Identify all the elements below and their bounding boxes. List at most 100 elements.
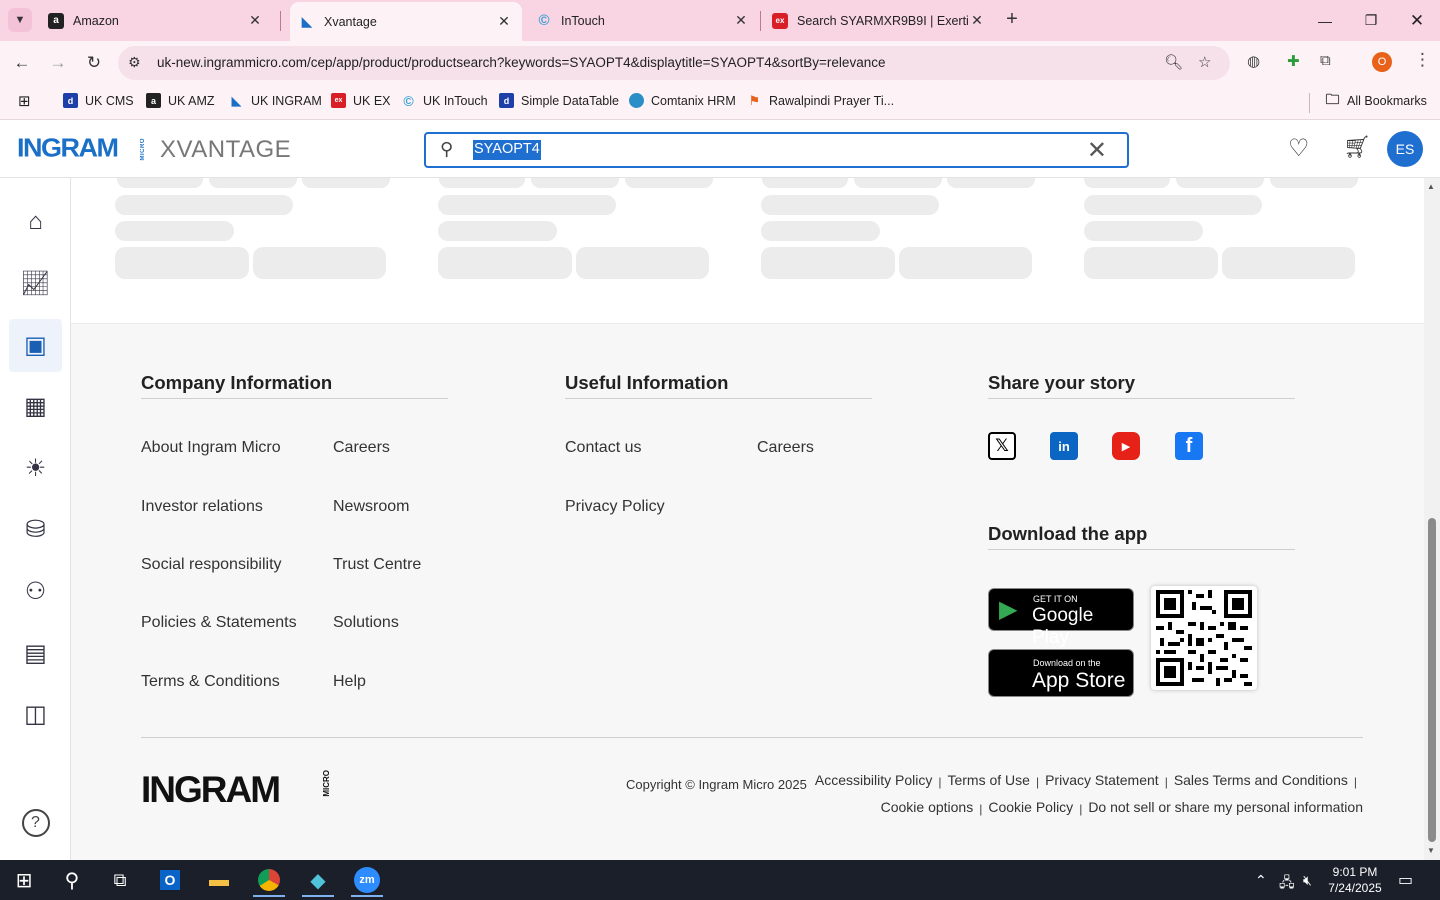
footer-link[interactable]: Terms & Conditions	[141, 673, 280, 691]
bookmark-uk-ex[interactable]: ex UK EX	[331, 93, 391, 108]
search-input[interactable]: SYAOPT4	[473, 140, 541, 160]
youtube-icon[interactable]: ▶	[1112, 432, 1140, 460]
bookmark-uk-cms[interactable]: d UK CMS	[63, 93, 134, 108]
search-icon[interactable]: ⚲	[440, 139, 453, 160]
kebab-menu-icon[interactable]: ⋮	[1414, 50, 1431, 70]
footer-link[interactable]: Trust Centre	[333, 556, 421, 574]
nav-ideas-lightbulb-icon[interactable]: ☀	[9, 442, 62, 495]
product-search-box[interactable]: ⚲ SYAOPT4 ✕	[424, 132, 1129, 168]
linkedin-icon[interactable]: in	[1050, 432, 1078, 460]
legal-link[interactable]: Do not sell or share my personal informa…	[1088, 799, 1363, 815]
reload-icon[interactable]: ↻	[82, 51, 106, 75]
footer-link[interactable]: Careers	[757, 439, 814, 457]
tab-title: Search SYARMXR9B9I | Exertis S	[797, 13, 968, 28]
all-bookmarks[interactable]: 🗀 All Bookmarks	[1325, 91, 1427, 108]
taskbar-clock[interactable]: 9:01 PM 7/24/2025	[1322, 864, 1388, 896]
file-explorer-icon[interactable]: ▬	[197, 863, 241, 897]
tab-intouch[interactable]: © InTouch ✕	[528, 0, 758, 41]
forward-icon[interactable]: →	[46, 51, 70, 75]
google-play-button[interactable]: ▶ GET IT ON Google Play	[988, 588, 1134, 648]
chrome-icon[interactable]	[247, 863, 291, 897]
app-diamond-icon[interactable]: ◆	[296, 863, 340, 897]
heart-icon[interactable]: ♡	[1288, 134, 1310, 163]
close-window-icon[interactable]: ✕	[1394, 0, 1440, 41]
legal-separator: |	[1079, 802, 1083, 816]
nav-orders-bag-icon[interactable]: ◫	[9, 688, 62, 741]
footer-link[interactable]: Careers	[333, 439, 390, 457]
scroll-down-icon[interactable]: ▼	[1427, 846, 1435, 855]
tray-chevron-up-icon[interactable]: ⌃	[1255, 872, 1267, 889]
legal-link[interactable]: Terms of Use	[947, 772, 1029, 788]
nav-warehouse-icon[interactable]: ▦	[9, 380, 62, 433]
legal-link[interactable]: Accessibility Policy	[815, 772, 932, 788]
clear-search-icon[interactable]: ✕	[1087, 136, 1107, 165]
close-tab-icon[interactable]: ✕	[968, 12, 986, 29]
site-info-icon[interactable]: ⚙	[128, 54, 141, 71]
page-scrollbar[interactable]: ▲ ▼	[1424, 178, 1440, 860]
taskbar-search-icon[interactable]: ⚲	[50, 863, 94, 897]
x-icon[interactable]: 𝕏	[988, 432, 1016, 460]
bookmark-rawalpindi-prayer[interactable]: ⚑ Rawalpindi Prayer Ti...	[747, 93, 894, 108]
footer-link[interactable]: Help	[333, 673, 366, 691]
footer-link[interactable]: Social responsibility	[141, 556, 282, 574]
footer-link[interactable]: Newsroom	[333, 498, 409, 516]
cart-icon[interactable]: 🛒︎	[1343, 134, 1371, 160]
user-avatar[interactable]: ES	[1387, 131, 1423, 167]
apps-grid-icon[interactable]: ⊞	[18, 92, 31, 110]
back-icon[interactable]: ←	[10, 51, 34, 75]
zoom-icon[interactable]: 🔍︎	[1164, 53, 1183, 71]
legal-link[interactable]: Sales Terms and Conditions	[1174, 772, 1348, 788]
bookmark-simple-datatable[interactable]: d Simple DataTable	[499, 93, 619, 108]
bookmark-uk-intouch[interactable]: © UK InTouch	[401, 93, 487, 109]
tab-search-button[interactable]: ▼	[8, 8, 32, 32]
profile-avatar[interactable]: O	[1372, 52, 1392, 72]
nav-calendar-icon[interactable]: ▤	[9, 627, 62, 680]
facebook-icon[interactable]: f	[1175, 432, 1203, 460]
notifications-icon[interactable]: ▭	[1398, 870, 1413, 890]
tab-exertis[interactable]: ex Search SYARMXR9B9I | Exertis S ✕	[764, 0, 994, 41]
scrollbar-thumb[interactable]	[1428, 518, 1436, 842]
minimize-icon[interactable]: —	[1302, 0, 1348, 41]
tab-xvantage[interactable]: ◣ Xvantage ✕	[290, 2, 522, 41]
translate-icon[interactable]: ◍	[1247, 52, 1260, 70]
new-tab-icon[interactable]: +	[1000, 8, 1024, 31]
footer-link[interactable]: Policies & Statements	[141, 614, 297, 632]
legal-link[interactable]: Privacy Statement	[1045, 772, 1159, 788]
legal-link[interactable]: Cookie Policy	[988, 799, 1073, 815]
footer-link[interactable]: Privacy Policy	[565, 498, 665, 516]
tab-separator	[280, 11, 281, 31]
legal-link[interactable]: Cookie options	[881, 799, 974, 815]
help-button[interactable]: ?	[9, 800, 62, 845]
nav-analytics-icon[interactable]: 📈︎	[9, 257, 62, 310]
tab-amazon[interactable]: a Amazon ✕	[40, 0, 272, 41]
bookmark-star-icon[interactable]: ☆	[1198, 53, 1211, 71]
footer-link[interactable]: Solutions	[333, 614, 399, 632]
network-icon[interactable]: 🖧︎	[1279, 872, 1295, 896]
footer-link[interactable]: Contact us	[565, 439, 641, 457]
windows-start-icon[interactable]: ⊞	[2, 863, 46, 897]
nav-services-icon[interactable]: ⛁	[9, 503, 62, 556]
bookmark-comtanix-hrm[interactable]: Comtanix HRM	[629, 93, 736, 108]
omnibox[interactable]: ⚙ uk-new.ingrammicro.com/cep/app/product…	[118, 46, 1230, 80]
nav-products-icon[interactable]: ▣	[9, 319, 62, 372]
task-view-icon[interactable]: ⧉	[98, 863, 142, 897]
bookmarks-bar: ⊞ d UK CMS a UK AMZ ◣ UK INGRAM ex UK EX…	[0, 85, 1440, 120]
url-text[interactable]: uk-new.ingrammicro.com/cep/app/product/p…	[157, 55, 885, 70]
extensions-puzzle-icon[interactable]: ⧉	[1320, 52, 1331, 69]
footer-link[interactable]: About Ingram Micro	[141, 439, 281, 457]
extension-icon[interactable]: ✚	[1287, 52, 1300, 70]
close-tab-icon[interactable]: ✕	[246, 12, 264, 29]
bookmark-uk-ingram[interactable]: ◣ UK INGRAM	[229, 93, 322, 108]
outlook-icon[interactable]: O	[148, 863, 192, 897]
restore-icon[interactable]: ❐	[1348, 0, 1394, 41]
close-tab-icon[interactable]: ✕	[495, 13, 513, 30]
volume-muted-icon[interactable]: 🔇︎	[1303, 872, 1312, 889]
footer-link[interactable]: Investor relations	[141, 498, 263, 516]
nav-support-icon[interactable]: ⚇	[9, 565, 62, 618]
scroll-up-icon[interactable]: ▲	[1427, 182, 1435, 191]
zoom-app-icon[interactable]: zm	[345, 863, 389, 897]
bookmark-uk-amz[interactable]: a UK AMZ	[146, 93, 215, 108]
app-store-button[interactable]: Download on the App Store	[988, 649, 1134, 697]
nav-home-icon[interactable]: ⌂	[9, 195, 62, 248]
close-tab-icon[interactable]: ✕	[732, 12, 750, 29]
